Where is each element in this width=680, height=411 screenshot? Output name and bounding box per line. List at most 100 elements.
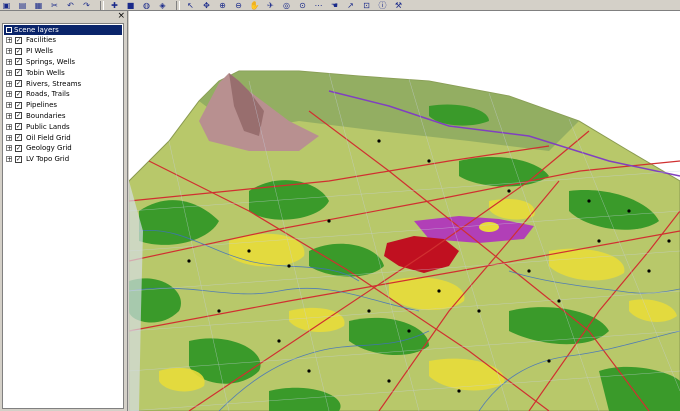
- measure-button[interactable]: ⋯: [312, 1, 325, 10]
- layer-visibility-checkbox[interactable]: ✓: [15, 144, 22, 152]
- zoom-to-icon: ⊙: [299, 0, 306, 10]
- expand-icon[interactable]: +: [6, 58, 12, 65]
- measure-icon: ⋯: [314, 0, 323, 10]
- fly-icon: ✈: [267, 0, 274, 10]
- layer-label: Tobin Wells: [26, 68, 65, 77]
- open-icon: ▣: [2, 0, 11, 10]
- layer-visibility-checkbox[interactable]: ✓: [15, 69, 22, 77]
- pan-icon: ✋: [249, 0, 260, 10]
- add-data-button[interactable]: ✚: [108, 1, 121, 10]
- terrain-scene[interactable]: [129, 11, 680, 411]
- target-button[interactable]: ◎: [280, 1, 293, 10]
- identify-button[interactable]: ↗: [344, 1, 357, 10]
- close-icon[interactable]: ×: [117, 12, 125, 21]
- navigate-button[interactable]: ✥: [200, 1, 213, 10]
- layers-icon: [6, 27, 12, 33]
- globe-button[interactable]: ◍: [140, 1, 153, 10]
- layer-label: Facilities: [26, 36, 56, 45]
- layers-button[interactable]: ◈: [156, 1, 169, 10]
- add-data-icon: ✚: [111, 0, 118, 10]
- expand-icon[interactable]: +: [6, 48, 12, 55]
- info-button[interactable]: ⓘ: [376, 1, 389, 10]
- tool-button[interactable]: ⚒: [392, 1, 405, 10]
- layer-item-boundaries[interactable]: + ✓ Boundaries: [3, 111, 123, 122]
- layer-visibility-checkbox[interactable]: ✓: [15, 155, 22, 163]
- layer-label: Rivers, Streams: [26, 79, 82, 88]
- layer-label: Pipelines: [26, 101, 58, 110]
- cut-button[interactable]: ✂: [48, 1, 61, 10]
- expand-icon[interactable]: +: [6, 69, 12, 76]
- expand-icon[interactable]: +: [6, 123, 12, 130]
- layer-visibility-checkbox[interactable]: ✓: [15, 101, 22, 109]
- layer-visibility-checkbox[interactable]: ✓: [15, 80, 22, 88]
- tool-icon: ⚒: [394, 0, 403, 10]
- layer-item-springs-wells[interactable]: + ✓ Springs, Wells: [3, 57, 123, 68]
- expand-icon[interactable]: +: [6, 80, 12, 87]
- layer-item-roads-trails[interactable]: + ✓ Roads, Trails: [3, 89, 123, 100]
- save-icon: ▤: [18, 0, 27, 10]
- hand-icon: ☚: [330, 0, 339, 10]
- layer-label: PI Wells: [26, 47, 53, 56]
- expand-icon[interactable]: +: [6, 91, 12, 98]
- zoom-in-button[interactable]: ⊕: [216, 1, 229, 10]
- expand-icon[interactable]: +: [6, 134, 12, 141]
- layer-item-lv-topo-grid[interactable]: + ✓ LV Topo Grid: [3, 154, 123, 165]
- layer-item-facilities[interactable]: + ✓ Facilities: [3, 35, 123, 46]
- layer-item-rivers-streams[interactable]: + ✓ Rivers, Streams: [3, 78, 123, 89]
- layers-icon: ◈: [159, 0, 166, 10]
- black-square-button[interactable]: ■: [124, 1, 137, 10]
- globe-icon: ◍: [143, 0, 150, 10]
- hand-button[interactable]: ☚: [328, 1, 341, 10]
- layer-visibility-checkbox[interactable]: ✓: [15, 134, 22, 142]
- scene-3d-view[interactable]: [129, 11, 680, 411]
- full-extent-button[interactable]: ⊡: [360, 1, 373, 10]
- layer-visibility-checkbox[interactable]: ✓: [15, 47, 22, 55]
- toolbar-separator: [100, 0, 104, 10]
- print-button[interactable]: ▦: [32, 1, 45, 10]
- table-of-contents-panel: × Scene layers + ✓ Facilities + ✓ PI Wells + ✓ S…: [0, 11, 128, 411]
- layer-item-tobin-wells[interactable]: + ✓ Tobin Wells: [3, 67, 123, 78]
- zoom-to-button[interactable]: ⊙: [296, 1, 309, 10]
- undo-icon: ↶: [67, 0, 74, 10]
- main-toolbar: ▣ ▤ ▦ ✂ ↶ ↷ ✚ ■ ◍ ◈ ↖ ✥ ⊕ ⊖ ✋ ✈ ◎ ⊙ ⋯ ☚ ↗ ⊡ ⓘ ⚒: [0, 0, 680, 11]
- layer-visibility-checkbox[interactable]: ✓: [15, 112, 22, 120]
- layer-visibility-checkbox[interactable]: ✓: [15, 36, 22, 44]
- layer-label: Public Lands: [26, 122, 70, 131]
- expand-icon[interactable]: +: [6, 156, 12, 163]
- layer-item-pipelines[interactable]: + ✓ Pipelines: [3, 100, 123, 111]
- expand-icon[interactable]: +: [6, 112, 12, 119]
- layer-visibility-checkbox[interactable]: ✓: [15, 58, 22, 66]
- tree-root-scene-layers[interactable]: Scene layers: [4, 25, 122, 35]
- layer-label: Geology Grid: [26, 144, 72, 153]
- layer-label: Boundaries: [26, 111, 66, 120]
- toolbar-separator: [176, 0, 180, 10]
- full-extent-icon: ⊡: [363, 0, 370, 10]
- layer-label: Roads, Trails: [26, 90, 70, 99]
- layer-item-public-lands[interactable]: + ✓ Public Lands: [3, 121, 123, 132]
- open-button[interactable]: ▣: [0, 1, 13, 10]
- layer-label: Oil Field Grid: [26, 133, 71, 142]
- pan-button[interactable]: ✋: [248, 1, 261, 10]
- layer-item-oil-field-grid[interactable]: + ✓ Oil Field Grid: [3, 132, 123, 143]
- undo-button[interactable]: ↶: [64, 1, 77, 10]
- expand-icon[interactable]: +: [6, 102, 12, 109]
- navigate-icon: ✥: [203, 0, 210, 10]
- layer-item-pi-wells[interactable]: + ✓ PI Wells: [3, 46, 123, 57]
- identify-icon: ↗: [347, 0, 354, 10]
- expand-icon[interactable]: +: [6, 37, 12, 44]
- layer-item-geology-grid[interactable]: + ✓ Geology Grid: [3, 143, 123, 154]
- zoom-in-icon: ⊕: [219, 0, 226, 10]
- layer-label: Springs, Wells: [26, 57, 76, 66]
- zoom-out-icon: ⊖: [235, 0, 242, 10]
- redo-button[interactable]: ↷: [80, 1, 93, 10]
- select-button[interactable]: ↖: [184, 1, 197, 10]
- black-square-icon: ■: [126, 0, 135, 10]
- save-button[interactable]: ▤: [16, 1, 29, 10]
- zoom-out-button[interactable]: ⊖: [232, 1, 245, 10]
- select-icon: ↖: [187, 0, 194, 10]
- layer-visibility-checkbox[interactable]: ✓: [15, 123, 22, 131]
- expand-icon[interactable]: +: [6, 145, 12, 152]
- layer-visibility-checkbox[interactable]: ✓: [15, 90, 22, 98]
- tree-root-label: Scene layers: [14, 26, 59, 34]
- fly-button[interactable]: ✈: [264, 1, 277, 10]
